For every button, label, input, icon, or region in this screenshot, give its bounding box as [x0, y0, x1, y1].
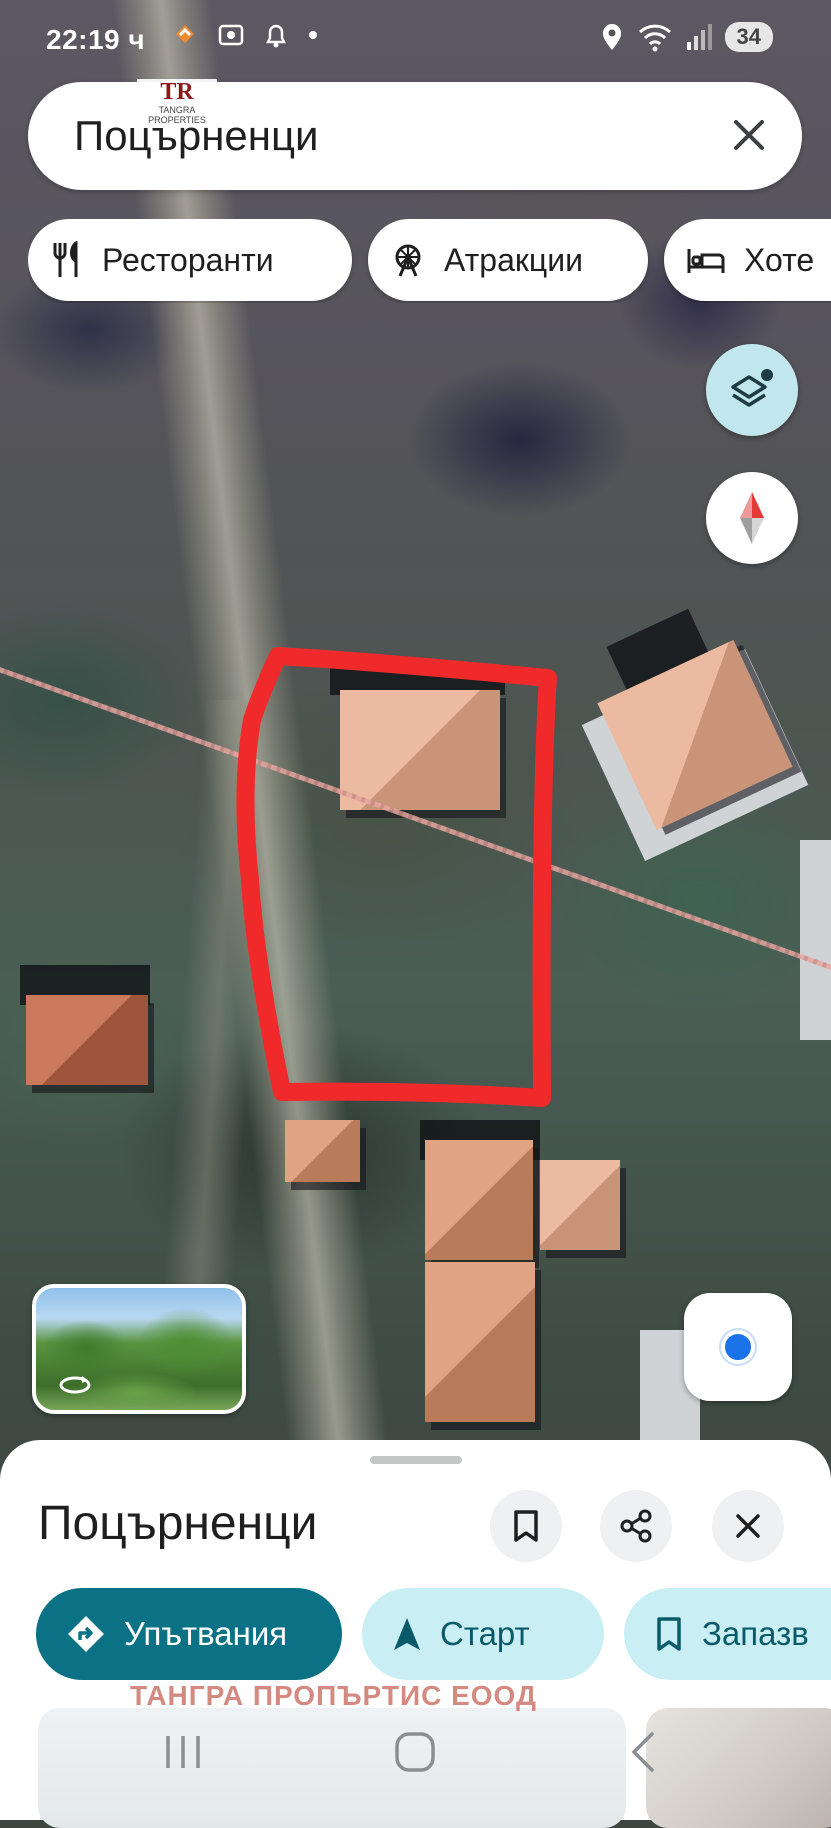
chip-label: Хоте [744, 241, 815, 278]
my-location-button[interactable] [684, 1293, 792, 1401]
house-roof [340, 690, 500, 810]
tangra-logo: TR TANGRA PROPERTIES [137, 79, 217, 125]
chip-label: Ресторанти [102, 241, 274, 278]
house-wall [800, 840, 831, 1040]
chip-attractions[interactable]: Атракции [368, 219, 648, 301]
fork-knife-icon [53, 241, 78, 277]
directions-icon [68, 1616, 104, 1652]
action-buttons: Упътвания Старт Запазв [36, 1588, 831, 1682]
home-icon[interactable] [392, 1730, 438, 1774]
logo-mark: TR [160, 79, 194, 105]
house-roof [540, 1160, 620, 1250]
place-title: Поцърненци [38, 1497, 318, 1550]
bookmark-icon [514, 1510, 538, 1542]
chip-restaurants[interactable]: Ресторанти [28, 219, 352, 301]
layers-icon [731, 369, 773, 407]
back-icon[interactable] [628, 1730, 658, 1774]
action-label: Упътвания [124, 1615, 288, 1652]
compass-button[interactable] [706, 472, 798, 564]
wifi-icon [638, 24, 671, 52]
share-icon [620, 1509, 652, 1543]
action-label: Старт [440, 1615, 530, 1652]
navigation-arrow-icon [394, 1618, 420, 1650]
house-roof [285, 1120, 360, 1182]
close-icon[interactable] [726, 112, 772, 158]
house-roof [425, 1140, 533, 1260]
location-icon [602, 24, 621, 50]
my-location-icon [721, 1330, 755, 1364]
status-icons-right: 34 [599, 22, 773, 52]
chip-label: Атракции [444, 241, 583, 278]
directions-button[interactable]: Упътвания [36, 1588, 342, 1680]
house-roof [26, 995, 148, 1085]
save-button[interactable] [490, 1490, 562, 1562]
chip-hotels[interactable]: Хоте [664, 219, 831, 301]
bell-icon [265, 24, 287, 48]
share-button[interactable] [600, 1490, 672, 1562]
ferris-wheel-icon [395, 244, 421, 277]
status-icons-left [170, 20, 320, 50]
bookmark-icon [657, 1617, 681, 1651]
battery-indicator: 34 [724, 22, 773, 52]
start-button[interactable]: Старт [362, 1588, 604, 1680]
status-time: 22:19 ч [46, 24, 146, 55]
compass-icon [740, 492, 764, 544]
layers-button[interactable] [706, 344, 798, 436]
street-view-thumbnail[interactable] [32, 1284, 246, 1414]
place-bottom-sheet[interactable]: Поцърненци Упътвания Старт Запазв ТАНГРА… [0, 1440, 831, 1828]
close-sheet-button[interactable] [712, 1490, 784, 1562]
signal-icon [686, 24, 712, 50]
bed-icon [687, 249, 725, 273]
logo-text-line1: TANGRA [158, 105, 196, 115]
system-nav-bar [0, 1716, 831, 1800]
dot-icon [309, 31, 317, 39]
drag-handle[interactable] [370, 1456, 462, 1464]
close-icon [736, 1514, 760, 1538]
company-watermark: ТАНГРА ПРОПЪРТИС ЕООД [130, 1680, 537, 1711]
category-chips: Ресторанти Атракции Хоте [28, 219, 831, 303]
status-bar: 22:19 ч 34 [0, 0, 831, 80]
house-roof [425, 1262, 535, 1422]
action-label: Запазв [702, 1615, 809, 1652]
screenshot-icon [218, 24, 244, 46]
shield-app-icon [176, 25, 194, 43]
recent-apps-icon[interactable] [160, 1730, 206, 1774]
save-place-button[interactable]: Запазв [624, 1588, 831, 1680]
rotate-360-icon [59, 1376, 91, 1394]
logo-text-line2: PROPERTIES [148, 115, 206, 125]
